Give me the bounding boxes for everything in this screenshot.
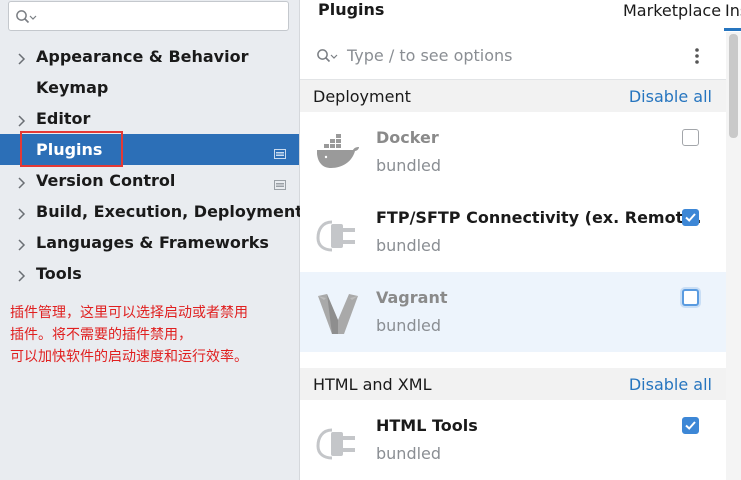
group-name: Deployment: [313, 87, 411, 106]
plugin-search-input[interactable]: Type / to see options: [300, 32, 726, 80]
plugin-name: FTP/SFTP Connectivity (ex. Remot...: [376, 208, 702, 227]
sidebar-item-build-execution-deployment[interactable]: Build, Execution, Deployment: [0, 196, 303, 227]
plugin-row-ftp-sftp[interactable]: FTP/SFTP Connectivity (ex. Remot... bund…: [300, 192, 726, 272]
plugin-enable-checkbox[interactable]: [682, 289, 699, 306]
plugin-meta: bundled: [376, 316, 442, 335]
sidebar-item-version-control[interactable]: Version Control: [0, 165, 299, 196]
chevron-right-icon[interactable]: [16, 236, 28, 251]
search-icon: [316, 48, 338, 68]
sidebar-item-tools[interactable]: Tools: [0, 258, 299, 289]
check-icon: [685, 421, 696, 430]
project-level-icon: [274, 144, 286, 159]
plugins-panel: Plugins Marketplace Installed Type / to …: [300, 0, 741, 480]
sidebar-item-label: Tools: [36, 264, 82, 283]
sidebar-item-label: Appearance & Behavior: [36, 47, 249, 66]
annotation-note: 插件管理，这里可以选择启动或者禁用 插件。将不需要的插件禁用， 可以加快软件的启…: [10, 302, 295, 368]
disable-all-link[interactable]: Disable all: [629, 87, 712, 106]
sidebar-item-label: Build, Execution, Deployment: [36, 202, 303, 221]
chevron-right-icon[interactable]: [16, 50, 28, 65]
plugin-row-html-tools[interactable]: HTML Tools bundled: [300, 400, 726, 480]
plugin-row-vagrant[interactable]: Vagrant bundled: [300, 272, 726, 352]
sidebar-item-keymap[interactable]: Keymap: [0, 72, 299, 103]
sidebar-item-label: Languages & Frameworks: [36, 233, 269, 252]
project-level-icon: [274, 175, 286, 190]
plugin-meta: bundled: [376, 236, 442, 255]
plug-icon: [314, 210, 362, 258]
plugin-meta: bundled: [376, 444, 442, 463]
plugin-meta: bundled: [376, 156, 442, 175]
tab-marketplace[interactable]: Marketplace: [623, 1, 721, 20]
sidebar-item-label: Editor: [36, 109, 91, 128]
plugin-row-docker[interactable]: Docker bundled: [300, 112, 726, 192]
tab-active-indicator: [724, 28, 741, 31]
sidebar-item-languages-frameworks[interactable]: Languages & Frameworks: [0, 227, 299, 258]
plugin-enable-checkbox[interactable]: [682, 129, 699, 146]
plugin-name: Docker: [376, 128, 439, 147]
annotation-line: 插件。将不需要的插件禁用，: [10, 327, 192, 343]
sidebar-item-appearance-behavior[interactable]: Appearance & Behavior: [0, 41, 299, 72]
chevron-right-icon[interactable]: [16, 205, 28, 220]
docker-icon: [314, 130, 362, 178]
tab-installed[interactable]: Installed: [725, 1, 741, 31]
sidebar-item-label: Version Control: [36, 171, 176, 190]
plugin-name: HTML Tools: [376, 416, 478, 435]
annotation-line: 插件管理，这里可以选择启动或者禁用: [10, 305, 248, 321]
check-icon: [685, 213, 696, 222]
chevron-right-icon[interactable]: [16, 267, 28, 282]
plug-icon: [314, 418, 362, 466]
sidebar-item-label: Keymap: [36, 78, 109, 97]
settings-search-input[interactable]: [8, 1, 289, 31]
plugin-name: Vagrant: [376, 288, 448, 307]
page-title: Plugins: [318, 0, 385, 19]
settings-sidebar: Appearance & Behavior Keymap Editor Plug…: [0, 0, 303, 480]
vagrant-icon: [314, 290, 362, 338]
sidebar-item-editor[interactable]: Editor: [0, 103, 299, 134]
chevron-right-icon[interactable]: [16, 174, 28, 189]
disable-all-link[interactable]: Disable all: [629, 375, 712, 394]
annotation-line: 可以加快软件的启动速度和运行效率。: [10, 349, 248, 365]
search-placeholder: Type / to see options: [347, 46, 513, 65]
more-options-icon[interactable]: [693, 46, 701, 66]
plugin-enable-checkbox[interactable]: [682, 209, 699, 226]
plugin-enable-checkbox[interactable]: [682, 417, 699, 434]
chevron-right-icon[interactable]: [16, 112, 28, 127]
scrollbar-thumb[interactable]: [729, 34, 738, 138]
plugin-list: Deployment Disable all Docker bundled FT…: [300, 80, 726, 480]
group-header-html-xml: HTML and XML Disable all: [300, 368, 726, 400]
group-header-deployment: Deployment Disable all: [300, 80, 726, 112]
search-icon: [15, 9, 37, 29]
annotation-highlight-box: [20, 131, 123, 167]
group-name: HTML and XML: [313, 375, 432, 394]
